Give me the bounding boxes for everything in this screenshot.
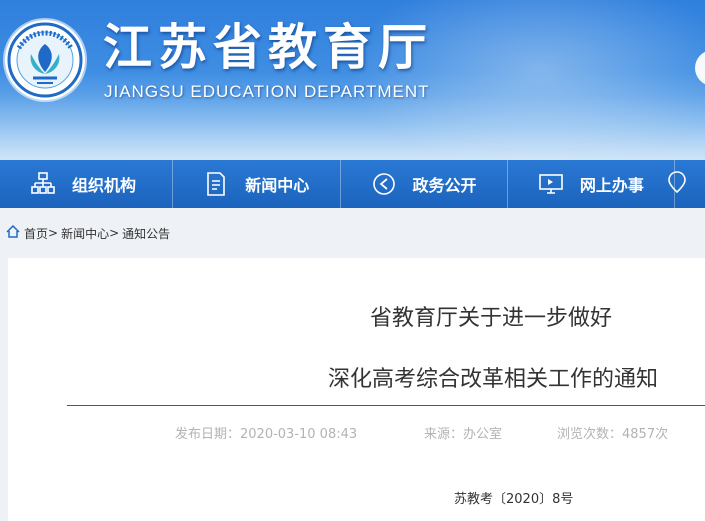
location-icon: [667, 170, 687, 198]
nav-item-online-services[interactable]: 网上办事: [508, 160, 676, 208]
site-title: 江苏省教育厅: [103, 19, 434, 76]
breadcrumb-current[interactable]: 通知公告: [122, 225, 170, 242]
publish-date: 发布日期：2020-03-10 08:43: [175, 427, 358, 442]
document-icon: [203, 171, 229, 197]
nav-label-organization: 组织机构: [72, 176, 137, 195]
nav-label-news: 新闻中心: [245, 176, 310, 195]
announcement-icon: [371, 171, 397, 197]
nav-label-online-services: 网上办事: [579, 176, 644, 195]
article-panel: 省教育厅关于进一步做好 深化高考综合改革相关工作的通知 发布日期：2020-03…: [8, 258, 705, 521]
view-count: 浏览次数：4857次: [557, 427, 669, 442]
emblem-graphic: [7, 22, 83, 98]
site-header: 江苏省教育厅 JIANGSU EDUCATION DEPARTMENT: [0, 0, 705, 160]
title-divider: [67, 405, 705, 406]
nav-item-organization[interactable]: 组织机构: [0, 160, 174, 208]
breadcrumb-news-link[interactable]: 新闻中心: [61, 225, 109, 242]
jiangsu-education-emblem-icon[interactable]: [5, 20, 85, 100]
breadcrumb-separator: >: [109, 226, 120, 240]
article-title-line2: 深化高考综合改革相关工作的通知: [328, 367, 659, 392]
org-chart-icon: [30, 171, 56, 197]
article-source: 来源：办公室: [424, 427, 503, 442]
nav-item-more[interactable]: [668, 160, 705, 208]
site-subtitle: JIANGSU EDUCATION DEPARTMENT: [104, 82, 430, 101]
document-number: 苏教考〔2020〕8号: [454, 492, 574, 507]
monitor-icon: [538, 171, 564, 197]
nav-item-news[interactable]: 新闻中心: [173, 160, 341, 208]
main-navbar: 组织机构 新闻中心 政务公开 网上办事: [0, 160, 705, 208]
breadcrumb-home-link[interactable]: 首页: [24, 225, 48, 242]
article-title-line1: 省教育厅关于进一步做好: [370, 306, 613, 331]
nav-item-government-affairs[interactable]: 政务公开: [341, 160, 508, 208]
home-icon: [6, 224, 24, 241]
nav-label-government-affairs: 政务公开: [412, 176, 477, 195]
breadcrumb-separator: >: [48, 226, 59, 240]
breadcrumb: 首页 > 新闻中心 > 通知公告: [6, 224, 170, 242]
header-haze: [0, 95, 705, 160]
